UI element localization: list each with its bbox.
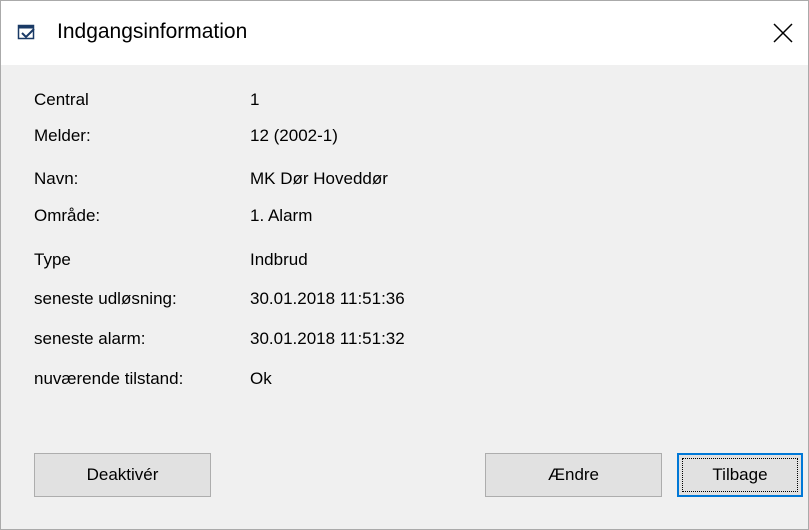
last-trigger-label: seneste udløsning:	[34, 289, 177, 308]
title-bar[interactable]: Indgangsinformation	[1, 1, 808, 65]
close-icon	[773, 23, 793, 43]
last-alarm-value: 30.01.2018 11:51:32	[250, 329, 405, 348]
central-label: Central	[34, 90, 89, 109]
deactivate-button[interactable]: Deaktivér	[34, 453, 211, 497]
type-value: Indbrud	[250, 250, 308, 269]
dialog-window: Indgangsinformation Central 1 Melder: 12…	[0, 0, 809, 530]
back-button[interactable]: Tilbage	[677, 453, 803, 497]
back-button-label: Tilbage	[712, 465, 768, 484]
melder-label: Melder:	[34, 126, 91, 145]
omraade-label: Område:	[34, 206, 101, 225]
current-state-label: nuværende tilstand:	[34, 369, 184, 388]
omraade-value: 1. Alarm	[250, 206, 313, 225]
dialog-app-icon	[17, 24, 37, 44]
central-value: 1	[250, 90, 260, 109]
change-button[interactable]: Ændre	[485, 453, 662, 497]
last-trigger-value: 30.01.2018 11:51:36	[250, 289, 405, 308]
navn-value: MK Dør Hoveddør	[250, 169, 388, 188]
type-label: Type	[34, 250, 71, 269]
current-state-value: Ok	[250, 369, 272, 388]
close-button[interactable]	[761, 13, 805, 53]
melder-value: 12 (2002-1)	[250, 126, 338, 145]
window-title: Indgangsinformation	[57, 20, 248, 43]
navn-label: Navn:	[34, 169, 79, 188]
last-alarm-label: seneste alarm:	[34, 329, 146, 348]
